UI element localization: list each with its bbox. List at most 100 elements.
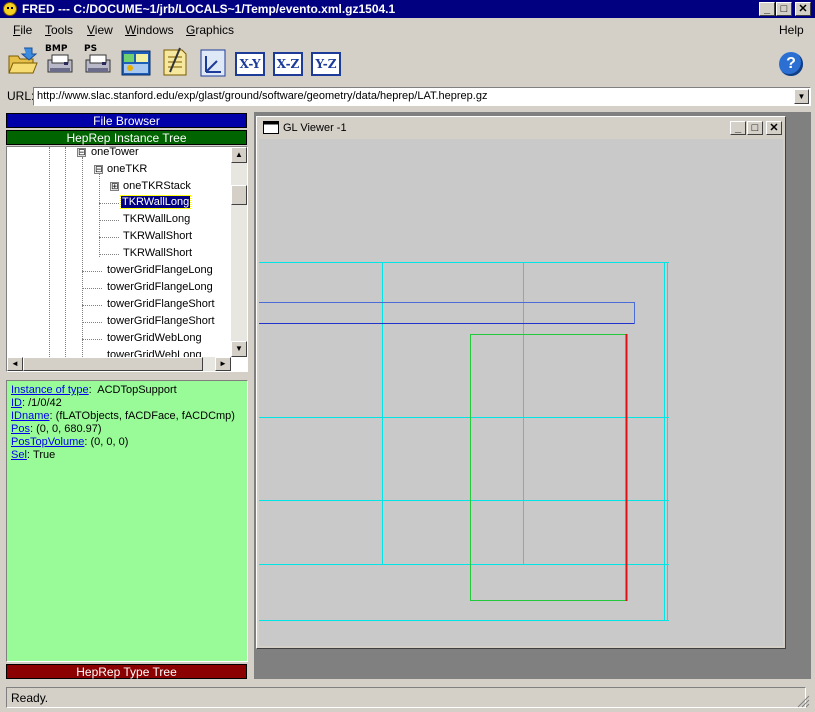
toolbar: BMP PS X-Y X-Z Y-Z ? [0,42,815,84]
close-button[interactable]: ✕ [795,2,811,16]
menu-windows[interactable]: Windows [125,23,174,37]
tree-item-tkrwalllong-selected[interactable]: TKRWallLong [119,195,192,209]
tree-guide-line [65,147,66,357]
bmp-label: BMP [45,44,68,54]
window-icon [263,121,279,134]
viewer-close-button[interactable]: ✕ [766,121,782,135]
status-bar: Ready. [0,684,815,712]
window-tiles-icon [121,50,151,76]
property-key-link[interactable]: ID [11,397,22,409]
save-bmp-button[interactable]: BMP [44,44,76,78]
expand-icon[interactable]: ⊞ [110,182,119,191]
gl-canvas[interactable] [259,139,783,646]
minimize-button[interactable]: _ [759,2,775,16]
tree-connector [82,305,102,306]
property-value: ACDTopSupport [97,384,177,396]
gl-viewer-titlebar[interactable]: GL Viewer -1 _ □ ✕ [259,119,783,137]
view-yz-button[interactable]: Y-Z [311,52,341,76]
viewer-maximize-button[interactable]: □ [747,121,763,135]
save-ps-button[interactable]: PS [82,44,114,78]
vertical-scrollbar[interactable] [231,147,247,357]
property-key-link[interactable]: Instance of type [11,384,89,396]
properties-panel: Instance of type: ACDTopSupport ID: /1/0… [6,380,248,662]
property-key-link[interactable]: PosTopVolume [11,436,84,448]
property-row: Sel: True [11,449,56,461]
scroll-right-button[interactable]: ► [215,357,231,371]
open-folder-icon [8,47,38,74]
url-bar: URL: http://www.slac.stanford.edu/exp/gl… [0,86,815,108]
property-value: True [33,449,56,461]
tree-item-tkrwallshort[interactable]: TKRWallShort [123,230,192,242]
viewer-minimize-button[interactable]: _ [730,121,746,135]
collapse-icon[interactable]: ⊟ [77,148,86,157]
scroll-down-button[interactable]: ▼ [231,341,247,357]
property-value: (0, 0, 0) [90,436,129,448]
status-text: Ready. [6,687,806,708]
property-value: /1/0/42 [28,397,62,409]
tree-item-towergridflangeshort[interactable]: towerGridFlangeShort [107,315,215,327]
tree-connector [99,254,119,255]
property-key-link[interactable]: Pos [11,423,30,435]
ps-label: PS [84,44,98,54]
help-icon[interactable]: ? [779,52,803,76]
url-combobox[interactable]: http://www.slac.stanford.edu/exp/glast/g… [33,87,811,106]
menu-file[interactable]: File [13,23,32,37]
property-row: Instance of type: ACDTopSupport [11,384,177,396]
tree-item-tkrwalllong[interactable]: TKRWallLong [123,213,190,225]
type-tree-button[interactable]: HepRep Type Tree [6,664,247,679]
tree-item-tkrwallshort[interactable]: TKRWallShort [123,247,192,259]
green-red-outline [470,334,628,601]
tree-connector [82,271,102,272]
tree-connector [82,339,102,340]
property-row: ID: /1/0/42 [11,397,62,409]
property-key-link[interactable]: Sel [11,449,27,461]
instance-tree-button[interactable]: HepRep Instance Tree [6,130,247,145]
scroll-up-button[interactable]: ▲ [231,147,247,163]
3d-axes-icon [200,49,226,77]
tree-item-towergridweblong[interactable]: towerGridWebLong [107,332,202,344]
fred-app-icon [3,2,17,16]
tree-item-onetkr[interactable]: oneTKR [107,163,147,175]
menu-bar: File Tools View Windows Graphics Help [0,20,815,40]
tree-guide-line [82,157,83,357]
tree-item-towergridflangeshort[interactable]: towerGridFlangeShort [107,298,215,310]
panel-splitter[interactable] [249,112,253,680]
property-key-link[interactable]: IDname [11,410,50,422]
tree-connector [99,220,119,221]
collapse-icon[interactable]: ⊟ [94,165,103,174]
tree-guide-line [49,147,50,357]
url-label: URL: [7,89,35,103]
tree-item-onetower[interactable]: oneTower [91,147,139,158]
maximize-button[interactable]: □ [776,2,792,16]
vertical-scroll-thumb[interactable] [231,185,247,205]
menu-view[interactable]: View [87,23,113,37]
url-value: http://www.slac.stanford.edu/exp/glast/g… [37,90,488,102]
notepad-button[interactable] [158,46,190,78]
tree-connector [99,237,119,238]
open-folder-button[interactable] [6,46,38,78]
menu-tools[interactable]: Tools [45,23,73,37]
tree-item-onetkrstack[interactable]: oneTKRStack [123,180,191,192]
property-row: PosTopVolume: (0, 0, 0) [11,436,129,448]
resize-grip-icon[interactable] [796,694,810,708]
instance-tree: ⊟ oneTower ⊟ oneTKR ⊞ oneTKRStack TKRWal… [6,146,248,372]
tree-item-towergridflangelong[interactable]: towerGridFlangeLong [107,264,213,276]
3d-view-button[interactable] [197,46,229,78]
file-browser-button[interactable]: File Browser [6,113,247,128]
url-dropdown-button[interactable]: ▼ [794,89,809,104]
view-xz-button[interactable]: X-Z [273,52,303,76]
gl-viewer-window: GL Viewer -1 _ □ ✕ [256,116,786,649]
property-value: (0, 0, 680.97) [36,423,102,435]
menu-help[interactable]: Help [779,23,804,37]
horizontal-scroll-thumb[interactable] [23,357,203,371]
tree-connector [82,322,102,323]
blue-outline [259,302,635,324]
property-row: Pos: (0, 0, 680.97) [11,423,102,435]
tree-item-towergridflangelong[interactable]: towerGridFlangeLong [107,281,213,293]
view-xy-button[interactable]: X-Y [235,52,265,76]
tree-connector [82,288,102,289]
menu-graphics[interactable]: Graphics [186,23,234,37]
notepad-icon [163,47,187,76]
scroll-left-button[interactable]: ◄ [7,357,23,371]
window-layout-button[interactable] [120,46,152,78]
